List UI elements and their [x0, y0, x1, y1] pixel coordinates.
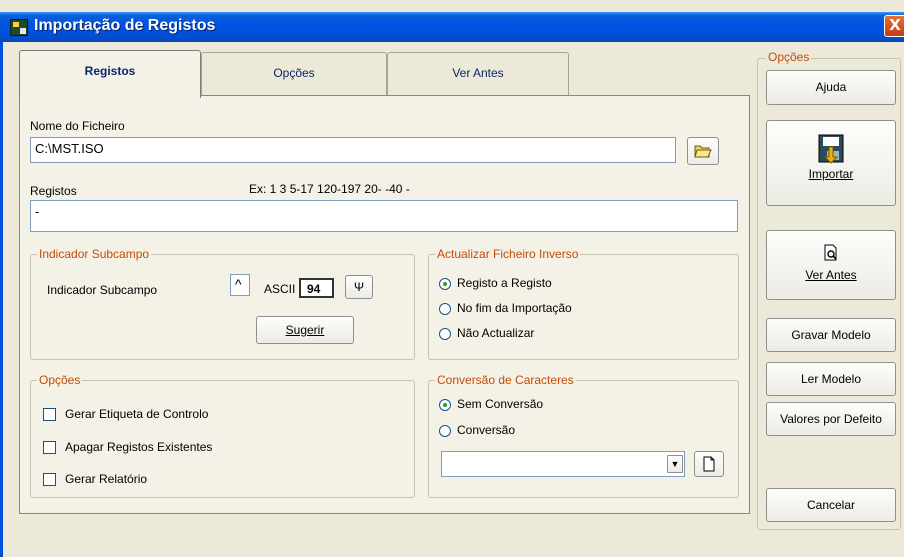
file-name-label: Nome do Ficheiro [30, 119, 125, 133]
import-icon [818, 134, 844, 164]
file-name-input[interactable]: C:\MST.ISO [30, 137, 676, 163]
save-model-label: Gravar Modelo [791, 328, 871, 342]
dialog-window: Importação de Registos X Registos Opções… [0, 0, 904, 557]
save-model-button[interactable]: Gravar Modelo [766, 318, 896, 352]
ascii-value[interactable]: 94 [299, 278, 334, 298]
tab-ver-antes[interactable]: Ver Antes [387, 52, 569, 96]
ascii-label: ASCII [264, 282, 296, 296]
subfield-char-input[interactable]: ^ [230, 274, 250, 296]
checkbox-delete-existing[interactable] [43, 441, 56, 454]
tab-label: Opções [273, 66, 315, 80]
group-title: Indicador Subcampo [37, 247, 152, 261]
radio-record-by-record[interactable] [439, 278, 451, 290]
preview-button[interactable]: Ver Antes [766, 230, 896, 300]
folder-open-icon [694, 145, 712, 158]
new-file-button[interactable] [694, 451, 724, 477]
tab-label: Ver Antes [452, 66, 504, 80]
import-button[interactable]: Importar [766, 120, 896, 206]
radio-no-conversion[interactable] [439, 399, 451, 411]
group-title: Actualizar Ficheiro Inverso [435, 247, 581, 261]
close-icon: X [889, 16, 901, 34]
radio-no-update[interactable] [439, 328, 451, 340]
defaults-label: Valores por Defeito [780, 412, 882, 426]
psi-icon: Ψ [353, 280, 365, 294]
checkbox-control-label[interactable] [43, 408, 56, 421]
checkbox-generate-report[interactable] [43, 473, 56, 486]
symbol-button[interactable]: Ψ [345, 275, 373, 299]
defaults-button[interactable]: Valores por Defeito [766, 402, 896, 436]
checkbox-label: Apagar Registos Existentes [65, 440, 213, 454]
suggest-button[interactable]: Sugerir [256, 316, 354, 344]
subfield-label: Indicador Subcampo [47, 283, 158, 297]
inverted-file-group: Actualizar Ficheiro Inverso Registo a Re… [428, 247, 739, 360]
new-file-icon [703, 456, 715, 472]
close-button[interactable]: X [884, 15, 904, 37]
preview-icon [824, 244, 837, 261]
radio-label: Não Actualizar [457, 326, 535, 340]
radio-end-of-import[interactable] [439, 303, 451, 315]
group-title: Conversão de Caracteres [435, 373, 576, 387]
subfield-group: Indicador Subcampo Indicador Subcampo ^ … [30, 247, 415, 360]
conversion-select[interactable] [441, 451, 685, 477]
chevron-down-icon: ▼ [670, 459, 680, 469]
help-button[interactable]: Ajuda [766, 70, 896, 105]
cancel-button[interactable]: Cancelar [766, 488, 896, 522]
load-model-label: Ler Modelo [800, 372, 862, 386]
dropdown-button[interactable]: ▼ [667, 455, 683, 473]
radio-conversion[interactable] [439, 425, 451, 437]
radio-label: Registo a Registo [457, 276, 552, 290]
tab-label: Registos [84, 64, 136, 78]
preview-label: Ver Antes [805, 268, 857, 282]
tab-panel: Nome do Ficheiro C:\MST.ISO Registos Ex:… [19, 95, 750, 514]
radio-label: No fim da Importação [457, 301, 572, 315]
help-label: Ajuda [815, 80, 847, 94]
group-title: Opções [37, 373, 83, 387]
records-example: Ex: 1 3 5-17 120-197 20- -40 - [249, 182, 410, 196]
tab-opcoes[interactable]: Opções [201, 52, 387, 96]
cancel-label: Cancelar [806, 498, 856, 512]
char-conversion-group: Conversão de Caracteres Sem Conversão Co… [428, 373, 739, 498]
options-group: Opções Gerar Etiqueta de Controlo Apagar… [30, 373, 415, 498]
checkbox-label: Gerar Etiqueta de Controlo [65, 407, 209, 421]
title-bar[interactable]: Importação de Registos X [0, 12, 904, 42]
right-group-title: Opções [766, 50, 812, 64]
tab-registos[interactable]: Registos [19, 50, 201, 98]
suggest-label: Sugerir [285, 323, 325, 337]
radio-label: Conversão [457, 423, 516, 437]
load-model-button[interactable]: Ler Modelo [766, 362, 896, 396]
app-icon [10, 19, 28, 36]
checkbox-label: Gerar Relatório [65, 472, 148, 486]
browse-button[interactable] [687, 137, 719, 165]
import-label: Importar [808, 167, 854, 181]
window-title: Importação de Registos [34, 17, 216, 34]
records-input[interactable]: - [30, 200, 738, 232]
radio-label: Sem Conversão [457, 397, 544, 411]
records-label: Registos [30, 184, 77, 198]
